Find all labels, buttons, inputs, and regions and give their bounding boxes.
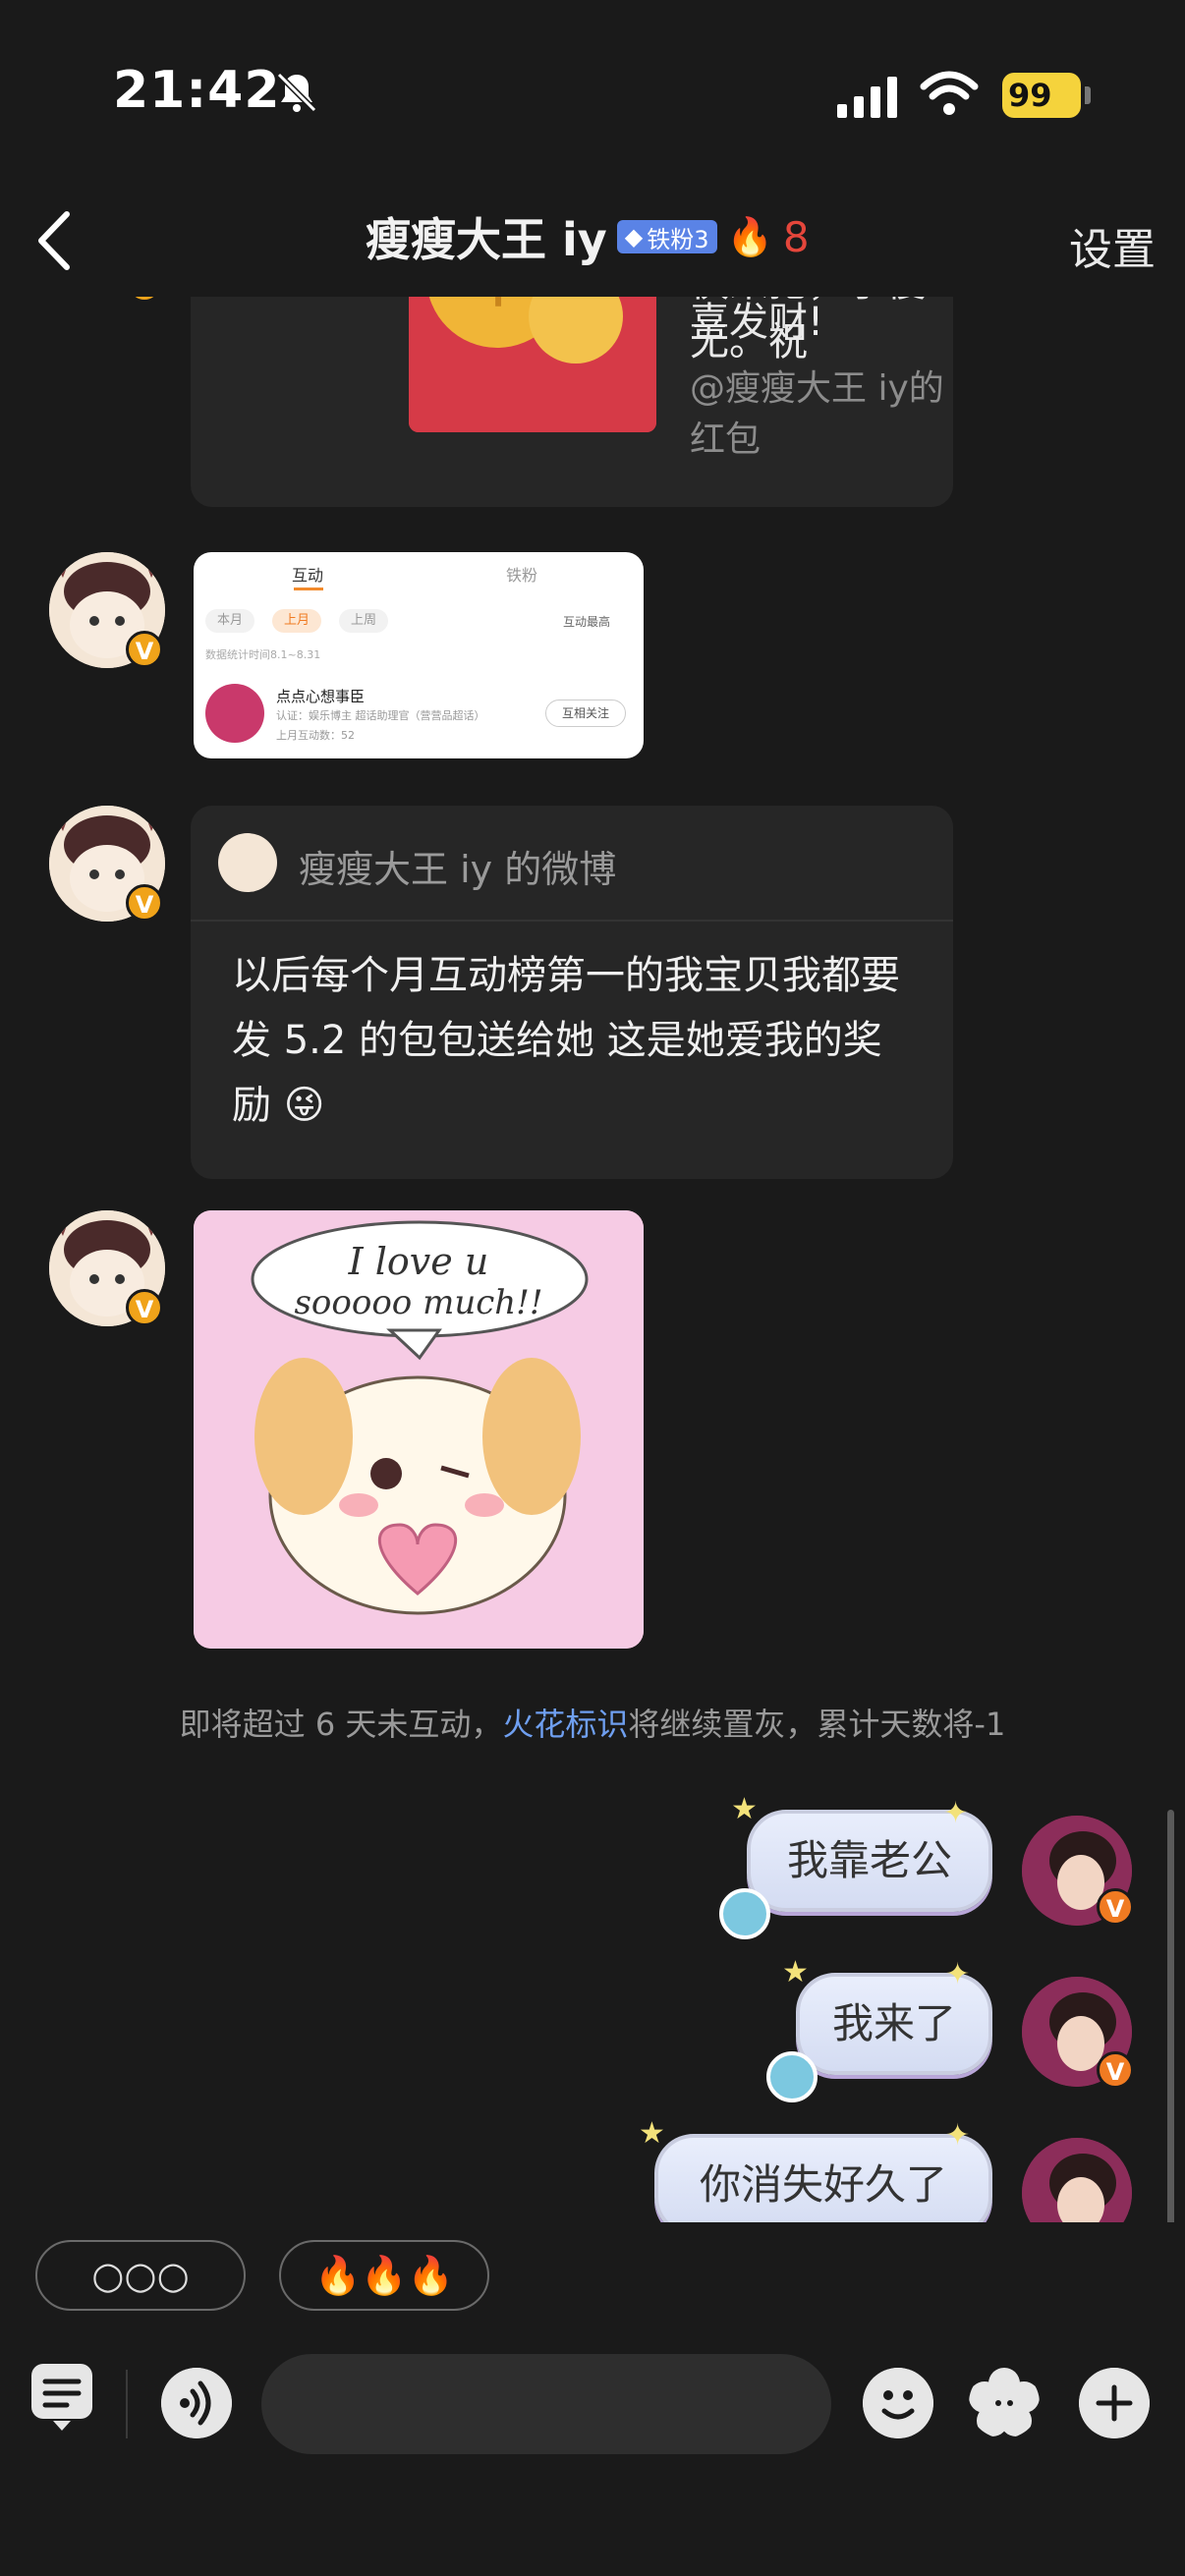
- tab-underline: [294, 588, 323, 590]
- svg-text:¥: ¥: [480, 297, 517, 321]
- battery-level: 99: [1002, 73, 1081, 118]
- filter-this-month: 本月: [205, 609, 254, 633]
- notice-text-after: 将继续置灰，累计天数将-1: [628, 1706, 1006, 1743]
- back-chevron-icon[interactable]: [29, 206, 79, 275]
- diamond-icon: ◆: [624, 223, 644, 251]
- ranking-screenshot[interactable]: 互动 铁粉 本月 上月 上周 互动最高 数据统计时间8.1~8.31 点点心想事…: [194, 552, 644, 758]
- bell-muted-icon: [276, 72, 317, 113]
- notice-text-before: 即将超过 6 天未互动，: [179, 1706, 503, 1743]
- user-avatar: [205, 684, 264, 743]
- filter-last-week: 上周: [339, 609, 388, 633]
- star-decoration-icon: ★: [639, 2116, 665, 2151]
- message-input[interactable]: [261, 2354, 831, 2454]
- tab-interaction: 互动: [292, 566, 324, 585]
- wifi-icon: [920, 71, 979, 115]
- flame-count: 8: [782, 212, 810, 261]
- follow-button: 互相关注: [545, 700, 626, 727]
- chat-title-group[interactable]: 瘦瘦大王 iy ◆ 铁粉3 🔥 8: [366, 202, 810, 271]
- sticker-text-2: sooooo much!!: [294, 1283, 543, 1322]
- sort-label: 互动最高: [563, 615, 611, 629]
- sticker-love-you[interactable]: I love u sooooo much!!: [194, 1210, 644, 1649]
- weibo-share-card[interactable]: 瘦瘦大王 iy 的微博 以后每个月互动榜第一的我宝贝我都要发 5.2 的包包送给…: [191, 806, 953, 1179]
- spark-badge-link[interactable]: 火花标识: [502, 1706, 628, 1743]
- filter-last-month: 上月: [272, 609, 321, 633]
- tab-fans: 铁粉: [506, 566, 538, 585]
- star-decoration-icon: ✦: [945, 2118, 971, 2153]
- weibo-card-body: 以后每个月互动榜第一的我宝贝我都要发 5.2 的包包送给她 这是她爱我的奖励 😜: [232, 953, 900, 1128]
- verified-badge: V: [126, 1289, 163, 1326]
- quick-reply-bubbles[interactable]: ○○○: [35, 2240, 246, 2311]
- message-input-bar: [0, 2330, 1185, 2576]
- red-packet-text-2: 喜发财!: [690, 300, 824, 345]
- status-bar: 21:42 99: [0, 0, 1185, 187]
- divider: [126, 2370, 128, 2438]
- voice-icon[interactable]: [161, 2368, 232, 2438]
- menu-list-icon[interactable]: [28, 2360, 96, 2435]
- user-desc: 认证：娱乐博主 超话助理官（营营品超话）: [276, 709, 485, 722]
- character-decoration-icon: [766, 2051, 818, 2102]
- sticker-text-1: I love u: [348, 1240, 489, 1283]
- weibo-card-header: 瘦瘦大王 iy 的微博: [191, 806, 953, 922]
- flame-icon: 🔥: [726, 214, 773, 258]
- coin-envelope-icon: ¥: [409, 297, 656, 432]
- red-packet-source: @瘦瘦大王 iy的红包: [690, 368, 944, 460]
- chat-header: 瘦瘦大王 iy ◆ 铁粉3 🔥 8 设置: [0, 187, 1185, 297]
- status-time: 21:42: [113, 61, 281, 120]
- battery-indicator: 99: [1002, 73, 1091, 118]
- star-decoration-icon: ✦: [943, 1796, 969, 1830]
- verified-badge: V: [126, 297, 163, 303]
- red-packet-card[interactable]: ¥ 快来抢，手慢无。祝 喜发财! @瘦瘦大王 iy的红包: [191, 297, 953, 507]
- sticker-flower-icon[interactable]: [969, 2368, 1040, 2438]
- quick-reply-bar: ○○○ 🔥🔥🔥: [0, 2222, 1185, 2330]
- user-count: 上月互动数：52: [276, 729, 355, 742]
- fan-level-badge: ◆ 铁粉3: [616, 220, 717, 253]
- interaction-notice: 即将超过 6 天未互动，火花标识将继续置灰，累计天数将-1: [0, 1700, 1185, 1745]
- star-decoration-icon: ★: [731, 1792, 758, 1826]
- verified-badge: V: [126, 884, 163, 922]
- verified-badge: V: [1097, 1888, 1134, 1926]
- user-photo-avatar-icon: [1022, 2138, 1132, 2222]
- settings-button[interactable]: 设置: [1069, 214, 1156, 277]
- chat-message-list[interactable]: V ¥ 快来抢，手慢无。祝 喜发财! @瘦瘦大王 iy的红包 V 互动 铁粉: [0, 297, 1185, 2222]
- chat-scrollbar[interactable]: [1167, 1810, 1174, 2222]
- weibo-card-title: 瘦瘦大王 iy 的微博: [299, 848, 617, 891]
- outgoing-message-bubble[interactable]: 你消失好久了: [654, 2134, 992, 2222]
- battery-tip: [1085, 86, 1091, 104]
- verified-badge: V: [1097, 2051, 1134, 2089]
- emoji-icon[interactable]: [863, 2368, 933, 2438]
- stat-note: 数据统计时间8.1~8.31: [205, 648, 321, 661]
- character-decoration-icon: [719, 1888, 770, 1939]
- chat-title: 瘦瘦大王 iy: [366, 213, 607, 266]
- signal-icon: [837, 77, 897, 118]
- my-avatar[interactable]: [1022, 2138, 1132, 2222]
- verified-badge: V: [126, 631, 163, 668]
- fan-badge-label: 铁粉3: [647, 225, 709, 253]
- star-decoration-icon: ★: [782, 1955, 809, 1989]
- user-name: 点点心想事臣: [276, 688, 366, 705]
- red-packet-image: ¥: [409, 297, 656, 432]
- star-decoration-icon: ✦: [945, 1957, 971, 1991]
- plus-icon[interactable]: [1079, 2368, 1150, 2438]
- weibo-author-avatar: [218, 833, 277, 892]
- quick-reply-fire[interactable]: 🔥🔥🔥: [279, 2240, 489, 2311]
